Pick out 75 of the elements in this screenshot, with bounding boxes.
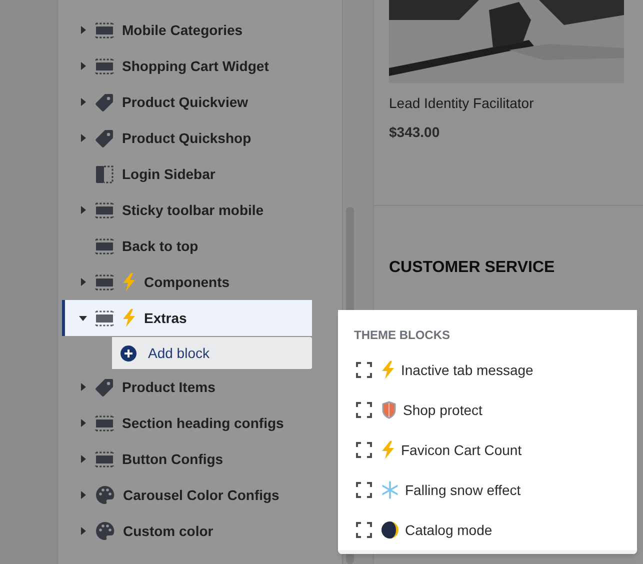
block-icon [356,402,372,418]
tree-item[interactable]: Section heading configs [62,405,312,441]
palette-icon [95,521,115,541]
section-icon [95,450,114,468]
section-icon [95,238,114,254]
plus-circle-icon [120,344,137,362]
tree-item[interactable]: Login Sidebar [62,156,312,192]
tree-item-label: Shopping Cart Widget [122,56,269,76]
section-icon [95,202,114,218]
tree-item[interactable]: Extras [62,300,312,336]
block-option[interactable]: Inactive tab message [338,350,637,390]
caret-right-icon[interactable] [79,527,87,535]
block-icon [356,522,372,538]
lightning-icon [381,441,395,459]
tree-item[interactable]: Mobile Categories [62,12,312,48]
tree-item[interactable]: Sticky toolbar mobile [62,192,312,228]
palette-icon [95,485,115,505]
section-icon [95,310,114,326]
caret-right-icon[interactable] [79,419,87,427]
tree-item-label: Section heading configs [122,414,284,433]
tree-item[interactable]: Shopping Cart Widget [62,48,312,84]
tag-icon [95,128,114,148]
snowflake-icon [381,481,399,499]
caret-right-icon[interactable] [79,383,87,391]
caret-right-icon[interactable] [79,134,87,142]
tree-item-label: Product Quickview [122,92,248,112]
caret-right-icon[interactable] [79,62,87,70]
caret-right-icon[interactable] [79,26,87,34]
tree-item[interactable]: Carousel Color Configs [62,477,312,513]
section-icon [95,274,114,290]
tree-item[interactable]: Product Quickview [62,84,312,120]
section-heading: CUSTOMER SERVICE [388,258,556,278]
caret-right-icon[interactable] [79,98,87,106]
product-title[interactable]: Lead Identity Facilitator [389,93,643,114]
tree-item[interactable]: Back to top [62,228,312,264]
tree-item[interactable]: Button Configs [62,441,312,477]
tree-item-label: Mobile Categories [122,20,243,40]
tree-item-label: Product Quickshop [122,128,252,148]
shield-icon [381,401,397,419]
block-option[interactable]: Falling snow effect [338,470,637,510]
sidebar-icon [95,164,114,184]
section-icon [95,414,114,432]
caret-right-icon[interactable] [79,278,87,286]
popup-heading: THEME BLOCKS [354,327,450,344]
caret-right-icon[interactable] [79,491,87,499]
moon-icon [381,521,399,539]
tree-item[interactable]: Components [62,264,312,300]
section-icon [95,22,114,38]
tree-item[interactable]: Custom color [62,513,312,549]
tag-icon [95,378,114,396]
tree-item-label: Extras [144,308,187,328]
tree-item-label: Product Items [122,378,216,396]
lightning-icon [381,361,395,379]
caret-right-icon[interactable] [79,206,87,214]
tree-item-label: Button Configs [122,450,224,469]
section-icon [95,58,114,74]
tag-icon [95,92,114,112]
block-option[interactable]: Shop protect [338,390,637,430]
add-block-button[interactable]: Add block [112,337,312,369]
tree-item-label: Sticky toolbar mobile [122,200,264,220]
block-option[interactable]: Catalog mode [338,510,637,550]
tree-item-label: Components [144,272,230,292]
block-option[interactable]: Favicon Cart Count [338,430,637,470]
caret-right-icon[interactable] [79,455,87,463]
caret-down-icon[interactable] [79,314,87,322]
tree-item-label: Back to top [122,236,198,256]
tree-item[interactable]: Product Items [62,369,312,405]
tree-item-label: Carousel Color Configs [123,486,280,505]
tree-item-label: Login Sidebar [122,164,216,184]
tree-item[interactable]: Product Quickshop [62,120,312,156]
block-icon [356,442,372,458]
block-icon [356,362,372,378]
product-price: $343.00 [389,123,441,142]
tree-item-label: Custom color [123,522,214,540]
block-icon [356,482,372,498]
